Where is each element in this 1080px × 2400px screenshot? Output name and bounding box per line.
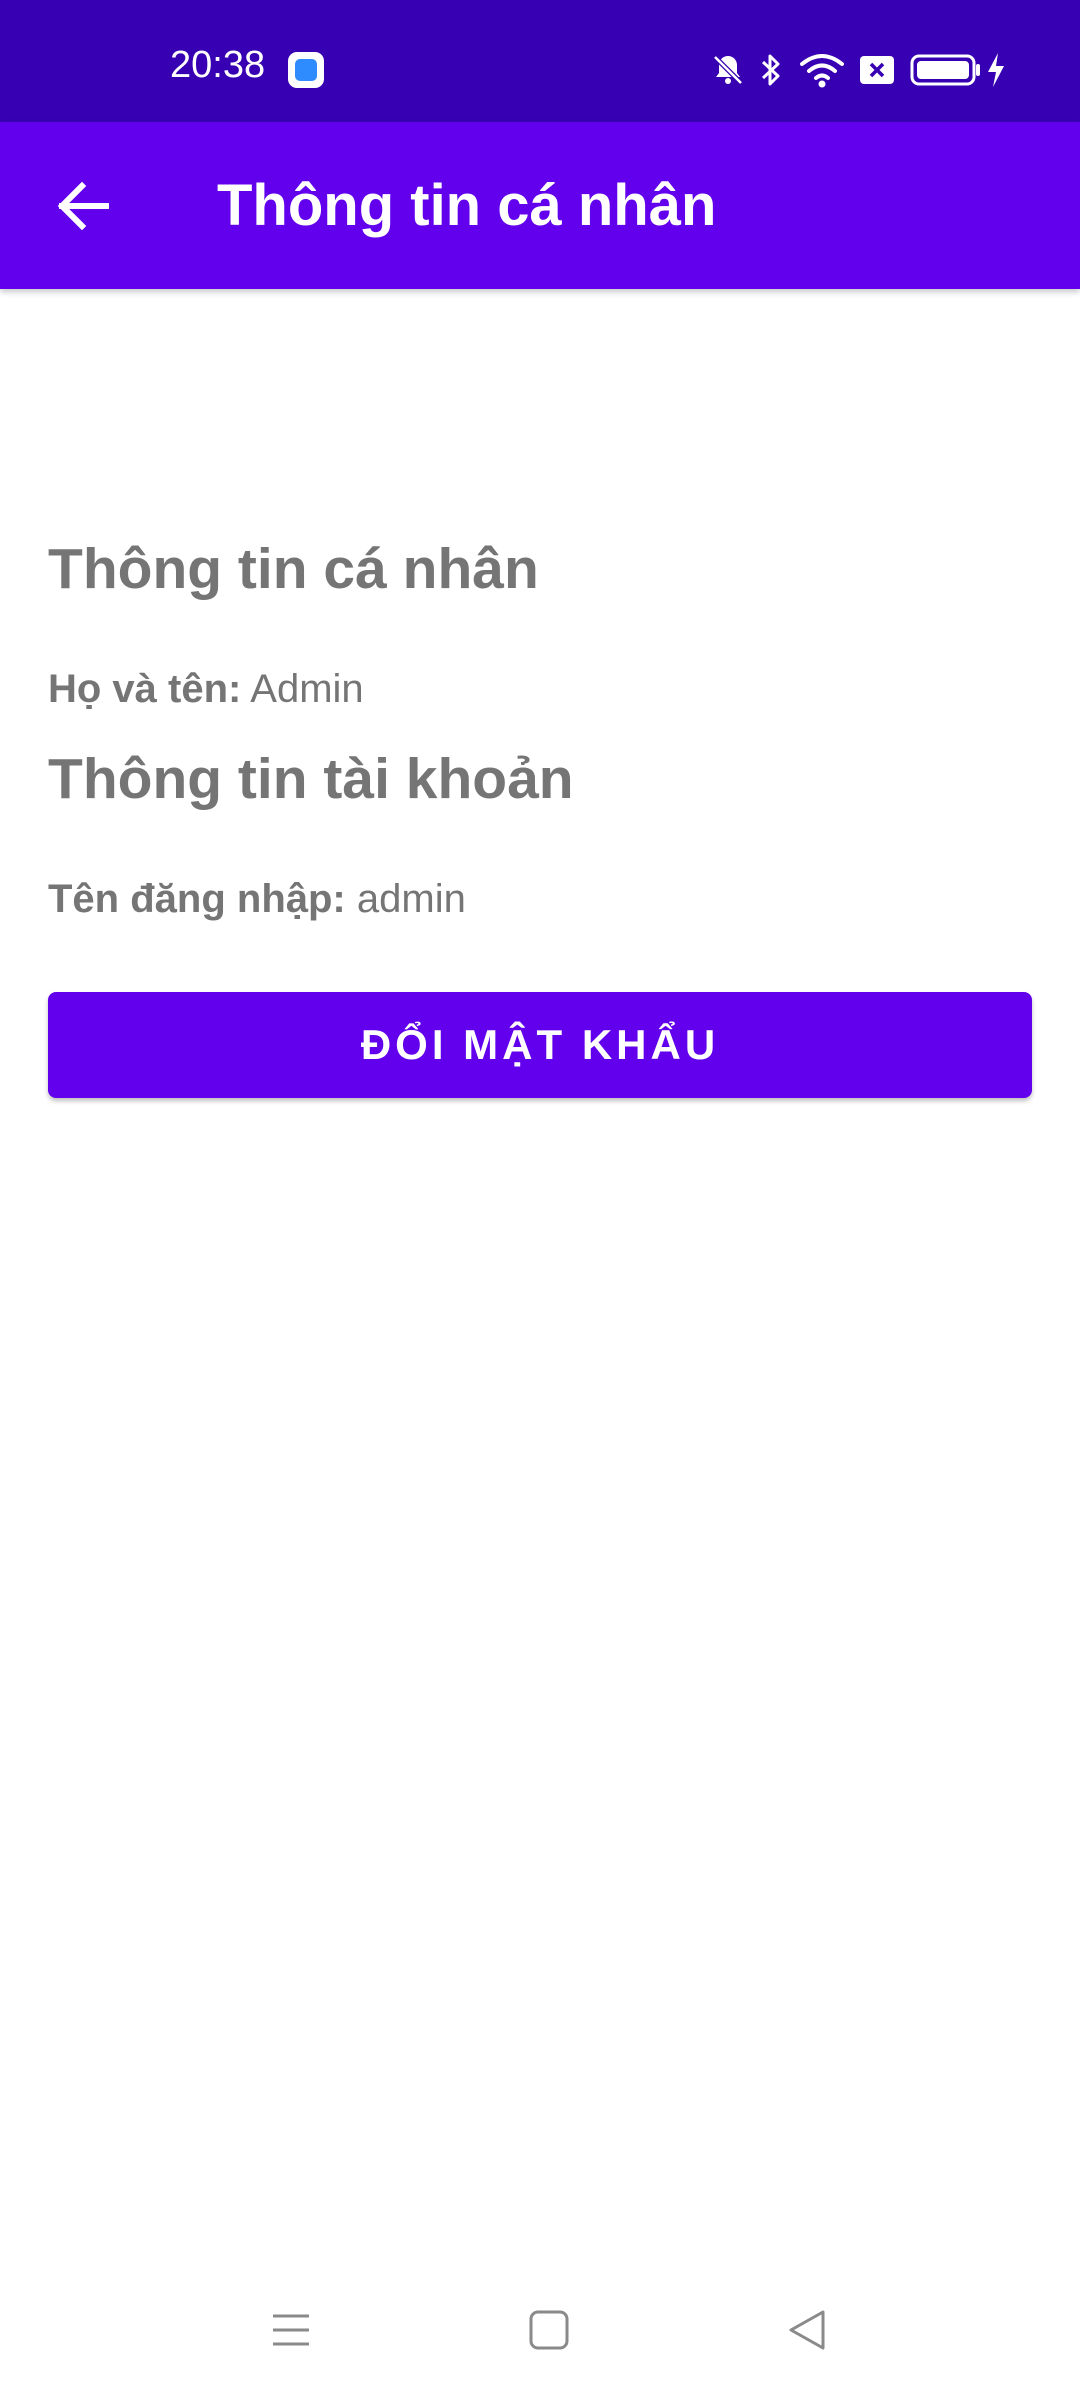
menu-icon[interactable] <box>251 2290 331 2370</box>
page-title: Thông tin cá nhân <box>217 173 717 238</box>
bell-off-icon <box>713 55 743 85</box>
username-row: Tên đăng nhập: admin <box>48 875 466 923</box>
username-value: admin <box>356 877 466 921</box>
system-navigation-bar <box>0 2270 1080 2400</box>
sim-off-icon <box>860 56 894 84</box>
status-bar: 20:38 <box>0 0 1080 122</box>
full-name-label: Họ và tên: <box>48 667 242 711</box>
status-time: 20:38 <box>170 44 266 86</box>
bluetooth-icon <box>761 54 780 86</box>
personal-info-heading: Thông tin cá nhân <box>48 537 539 601</box>
account-info-heading: Thông tin tài khoản <box>48 747 574 811</box>
full-name-value: Admin <box>250 667 364 711</box>
charging-icon <box>988 53 1004 87</box>
battery-icon <box>910 54 980 86</box>
app-bar: Thông tin cá nhân <box>0 122 1080 289</box>
wifi-icon <box>800 54 844 88</box>
home-icon[interactable] <box>509 2290 589 2370</box>
arrow-left-icon[interactable] <box>40 162 128 250</box>
back-icon[interactable] <box>767 2290 847 2370</box>
full-name-row: Họ và tên: Admin <box>48 665 364 713</box>
change-password-button[interactable]: ĐỔI MẬT KHẨU <box>48 992 1032 1098</box>
username-label: Tên đăng nhập: <box>48 877 346 921</box>
app-notification-icon <box>288 52 324 88</box>
